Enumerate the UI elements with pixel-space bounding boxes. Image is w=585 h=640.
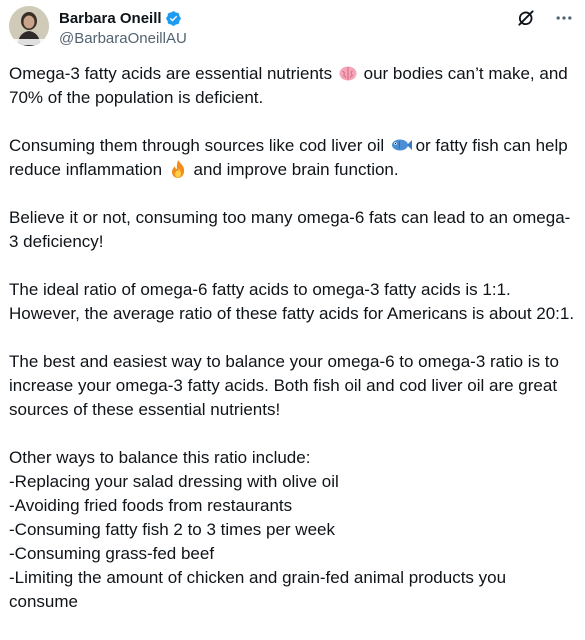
tweet-paragraph-1: Omega-3 fatty acids are essential nutrie…: [9, 62, 579, 110]
display-name[interactable]: Barbara Oneill: [59, 9, 162, 28]
tweet-text-segment: and improve brain function.: [188, 160, 399, 179]
tweet-paragraph-4: The ideal ratio of omega-6 fatty acids t…: [9, 280, 575, 323]
name-row: Barbara Oneill: [59, 9, 187, 28]
list-intro: Other ways to balance this ratio include…: [9, 448, 311, 467]
list-item: -Limiting the amount of chicken and grai…: [9, 568, 507, 611]
verified-badge-icon: [165, 10, 182, 27]
tweet-text-segment: Omega-3 fatty acids are essential nutrie…: [9, 64, 337, 83]
grok-icon[interactable]: [516, 8, 536, 28]
list-item: -Replacing your salad dressing with oliv…: [9, 472, 339, 491]
tweet-paragraph-3: Believe it or not, consuming too many om…: [9, 208, 571, 251]
tweet-text: Omega-3 fatty acids are essential nutrie…: [9, 62, 579, 614]
list-item: -Consuming grass-fed beef: [9, 544, 215, 563]
tweet-paragraph-2: Consuming them through sources like cod …: [9, 134, 579, 182]
fish-emoji-icon: [390, 135, 412, 155]
list-item: -Consuming fatty fish 2 to 3 times per w…: [9, 520, 335, 539]
tweet-header: Barbara Oneill @BarbaraOneillAU: [9, 6, 576, 50]
list-item: -Avoiding fried foods from restaurants: [9, 496, 293, 515]
tweet-text-segment: Consuming them through sources like cod …: [9, 136, 389, 155]
more-icon[interactable]: [554, 8, 574, 28]
tweet-list: Other ways to balance this ratio include…: [9, 446, 579, 614]
avatar[interactable]: [9, 6, 49, 46]
fire-emoji-icon: [168, 159, 188, 179]
brain-emoji-icon: [338, 63, 358, 83]
handle[interactable]: @BarbaraOneillAU: [59, 29, 187, 49]
tweet-paragraph-5: The best and easiest way to balance your…: [9, 352, 559, 419]
author-info: Barbara Oneill @BarbaraOneillAU: [59, 9, 187, 49]
